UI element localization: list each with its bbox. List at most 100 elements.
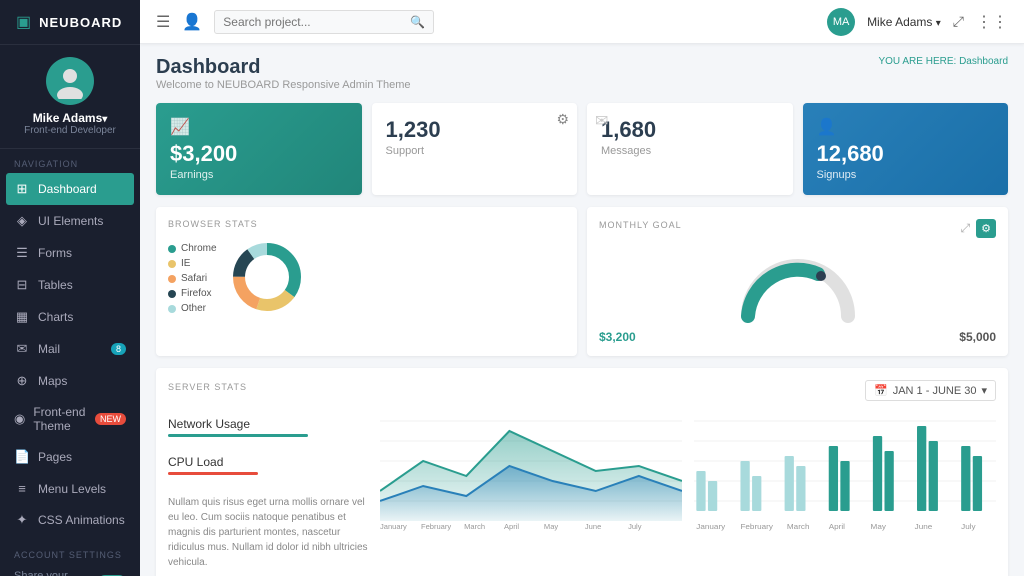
nav-item-menu-levels[interactable]: ≡ Menu Levels bbox=[0, 473, 140, 504]
cpu-load-label: CPU Load bbox=[168, 455, 368, 469]
nav-item-frontend-theme[interactable]: ◉ Front-end Theme NEW bbox=[0, 397, 140, 441]
donut-chart bbox=[227, 237, 307, 320]
network-usage-item: Network Usage bbox=[168, 411, 368, 443]
monthly-goal-title: MONTHLY GOAL bbox=[599, 220, 682, 230]
legend-safari: Safari bbox=[168, 273, 217, 284]
messages-value: 1,680 bbox=[601, 117, 779, 143]
breadcrumb: YOU ARE HERE: Dashboard bbox=[878, 56, 1008, 67]
nav-label: Front-end Theme bbox=[33, 405, 87, 433]
signups-icon: 👤 bbox=[817, 117, 995, 137]
earnings-icon: 📈 bbox=[170, 117, 348, 137]
menu-icon[interactable]: ☰ bbox=[156, 12, 170, 32]
svg-text:May: May bbox=[871, 523, 887, 531]
user-icon[interactable]: 👤 bbox=[182, 12, 202, 32]
stat-card-support: ⚙ 1,230 Support bbox=[372, 103, 578, 195]
topbar-avatar: MA bbox=[827, 8, 855, 36]
main-content: ☰ 👤 🔍 MA Mike Adams ▾ ⤢ ⋮⋮ Dashboard Wel… bbox=[140, 0, 1024, 576]
dashboard-icon: ⊞ bbox=[14, 181, 30, 197]
server-labels: Network Usage CPU Load Nullam quis risus… bbox=[168, 411, 368, 570]
other-dot bbox=[168, 305, 176, 313]
nav-item-dashboard[interactable]: ⊞ Dashboard bbox=[6, 173, 134, 205]
server-date-range[interactable]: 📅 JAN 1 - JUNE 30 ▾ bbox=[865, 380, 996, 401]
sidebar: ▣ NEUBOARD Mike Adams▾ Front-end Develop… bbox=[0, 0, 140, 576]
monthly-values: $3,200 $5,000 bbox=[599, 330, 996, 344]
menu-levels-icon: ≡ bbox=[14, 481, 30, 496]
legend-chrome: Chrome bbox=[168, 243, 217, 254]
middle-row: BROWSER STATS Chrome IE Safari Firefox O… bbox=[156, 207, 1008, 356]
svg-text:June: June bbox=[585, 522, 601, 531]
logo-text: NEUBOARD bbox=[39, 15, 122, 30]
nav-item-maps[interactable]: ⊕ Maps bbox=[0, 365, 140, 397]
bar-chart: January February March April May June Ju… bbox=[694, 411, 996, 570]
topbar: ☰ 👤 🔍 MA Mike Adams ▾ ⤢ ⋮⋮ bbox=[140, 0, 1024, 44]
nav-item-forms[interactable]: ☰ Forms bbox=[0, 237, 140, 269]
nav-item-tables[interactable]: ⊟ Tables bbox=[0, 269, 140, 301]
content-area: Dashboard Welcome to NEUBOARD Responsive… bbox=[140, 44, 1024, 576]
share-status-row: Share your status bbox=[0, 564, 140, 576]
stat-card-messages: ✉ 1,680 Messages bbox=[587, 103, 793, 195]
frontend-icon: ◉ bbox=[14, 411, 25, 427]
network-usage-label: Network Usage bbox=[168, 417, 368, 431]
more-icon[interactable]: ⋮⋮ bbox=[976, 12, 1008, 32]
legend-firefox: Firefox bbox=[168, 288, 217, 299]
earnings-label: Earnings bbox=[170, 169, 348, 181]
signups-label: Signups bbox=[817, 169, 995, 181]
page-header: Dashboard Welcome to NEUBOARD Responsive… bbox=[156, 56, 1008, 91]
monthly-goal-actions: ⤢ ⚙ bbox=[961, 219, 996, 238]
server-inner: Network Usage CPU Load Nullam quis risus… bbox=[168, 411, 996, 570]
browser-stats-title: BROWSER STATS bbox=[168, 219, 565, 229]
network-usage-bar bbox=[168, 434, 308, 437]
nav-item-ui-elements[interactable]: ◈ UI Elements bbox=[0, 205, 140, 237]
legend-ie: IE bbox=[168, 258, 217, 269]
support-label: Support bbox=[386, 145, 564, 157]
nav-label: Mail bbox=[38, 342, 60, 356]
sidebar-profile: Mike Adams▾ Front-end Developer bbox=[0, 45, 140, 149]
support-gear-icon[interactable]: ⚙ bbox=[556, 111, 569, 128]
nav-item-mail[interactable]: ✉ Mail 8 bbox=[0, 333, 140, 365]
mail-icon: ✉ bbox=[14, 341, 30, 357]
stat-cards: 📈 $3,200 Earnings ⚙ 1,230 Support ✉ 1,68… bbox=[156, 103, 1008, 195]
server-stats-title: SERVER STATS bbox=[168, 382, 247, 392]
support-value: 1,230 bbox=[386, 117, 564, 143]
svg-text:February: February bbox=[421, 522, 452, 531]
share-status-label: Share your status bbox=[14, 570, 90, 576]
browser-legend: Chrome IE Safari Firefox Other bbox=[168, 243, 217, 314]
profile-name: Mike Adams▾ bbox=[33, 111, 108, 125]
page-subtitle: Welcome to NEUBOARD Responsive Admin The… bbox=[156, 79, 411, 91]
signups-value: 12,680 bbox=[817, 141, 995, 167]
svg-text:June: June bbox=[915, 523, 933, 531]
svg-text:January: January bbox=[380, 522, 407, 531]
nav-item-charts[interactable]: ▦ Charts bbox=[0, 301, 140, 333]
messages-label: Messages bbox=[601, 145, 779, 157]
svg-text:April: April bbox=[829, 523, 846, 531]
messages-icon: ✉ bbox=[595, 111, 608, 131]
css-animations-icon: ✦ bbox=[14, 512, 30, 528]
monthly-goal-header: MONTHLY GOAL ⤢ ⚙ bbox=[599, 219, 996, 238]
nav-label: Pages bbox=[38, 450, 72, 464]
monthly-gear-icon[interactable]: ⚙ bbox=[976, 219, 996, 238]
forms-icon: ☰ bbox=[14, 245, 30, 261]
browser-stats-card: BROWSER STATS Chrome IE Safari Firefox O… bbox=[156, 207, 577, 356]
search-input[interactable] bbox=[223, 15, 410, 29]
nav-item-pages[interactable]: 📄 Pages bbox=[0, 441, 140, 473]
gauge-area bbox=[599, 246, 996, 326]
logo-icon: ▣ bbox=[16, 12, 31, 32]
nav-item-css-animations[interactable]: ✦ CSS Animations bbox=[0, 504, 140, 536]
svg-text:April: April bbox=[504, 522, 519, 531]
chevron-down-icon: ▾ bbox=[981, 384, 987, 397]
page-title-block: Dashboard Welcome to NEUBOARD Responsive… bbox=[156, 56, 411, 91]
server-description: Nullam quis risus eget urna mollis ornar… bbox=[168, 495, 368, 570]
svg-text:February: February bbox=[740, 523, 773, 531]
browser-content: Chrome IE Safari Firefox Other bbox=[168, 237, 565, 320]
topbar-right: MA Mike Adams ▾ ⤢ ⋮⋮ bbox=[827, 8, 1008, 36]
expand-icon[interactable]: ⤢ bbox=[953, 13, 964, 30]
nav-section-label: NAVIGATION bbox=[0, 149, 140, 173]
calendar-icon: 📅 bbox=[874, 384, 888, 397]
avatar bbox=[46, 57, 94, 105]
svg-text:May: May bbox=[544, 522, 559, 531]
svg-text:July: July bbox=[961, 523, 976, 531]
svg-text:January: January bbox=[696, 523, 725, 531]
monthly-expand-icon[interactable]: ⤢ bbox=[961, 221, 971, 236]
stat-card-signups: 👤 12,680 Signups bbox=[803, 103, 1009, 195]
nav-label: CSS Animations bbox=[38, 513, 125, 527]
